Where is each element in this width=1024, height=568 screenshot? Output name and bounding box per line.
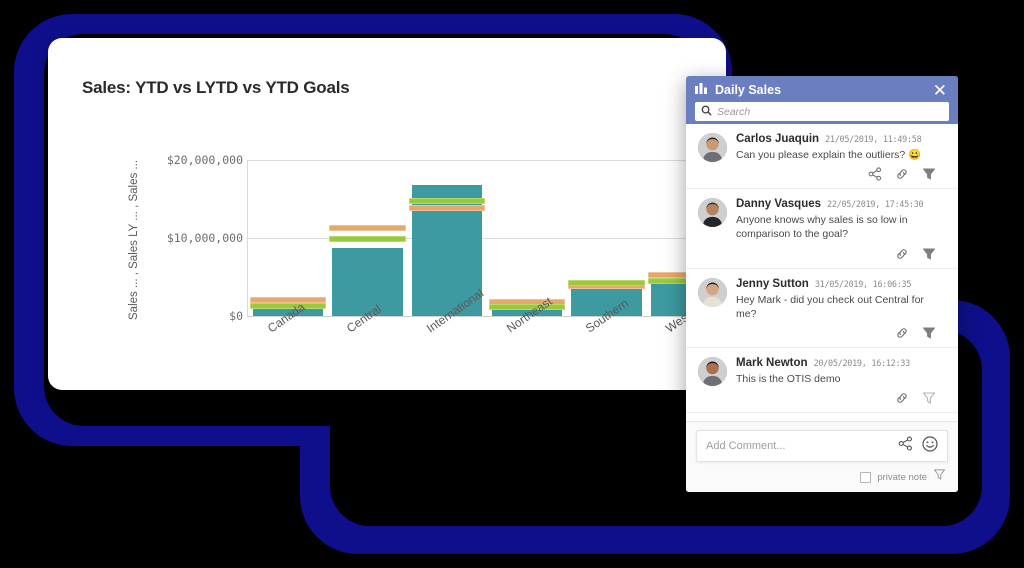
link-icon[interactable] — [895, 391, 909, 405]
avatar[interactable] — [698, 198, 727, 228]
filter-icon[interactable] — [922, 247, 936, 261]
comment-author: Jenny Sutton — [736, 277, 809, 290]
panel-footer: private note — [686, 421, 958, 492]
filter-outline-icon[interactable] — [933, 468, 946, 486]
comment-author: Carlos Juaquin — [736, 133, 820, 145]
comment-list[interactable]: Carlos Juaquin 21/05/2019, 11:49:58 Can yo… — [686, 124, 958, 421]
panel-titlebar: Daily Sales — [695, 76, 949, 99]
refline-sales-ytd-goal[interactable] — [249, 296, 327, 303]
chart-card: Sales: YTD vs LYTD vs YTD Goals Sales ..… — [48, 38, 726, 390]
comment-text: Can you please explain the outliers? 😀 — [736, 149, 922, 161]
comment-actions — [698, 242, 946, 264]
search-bar[interactable] — [695, 102, 949, 121]
refline-sales-ytd-goal[interactable] — [329, 224, 406, 231]
comment-text: Anyone knows why sales is so low in comp… — [736, 214, 908, 241]
comment-timestamp: 20/05/2019, 16:12:33 — [813, 358, 911, 369]
avatar[interactable] — [698, 133, 727, 162]
avatar[interactable] — [698, 356, 727, 386]
share-icon[interactable] — [868, 167, 882, 181]
y-axis-ticks: $0 $10,000,000 $20,000,000 — [158, 38, 243, 390]
footer-row: private note — [696, 462, 948, 488]
refline-sales-ytd-goal[interactable] — [408, 205, 486, 212]
filter-icon[interactable] — [922, 167, 936, 181]
private-note-label: private note — [877, 471, 927, 483]
comment-text: This is the OTIS demo — [736, 372, 841, 385]
close-icon[interactable]: ✕ — [933, 82, 947, 99]
y-axis-title: Sales ... , Sales LY ... , Sales ... — [128, 159, 140, 320]
add-comment-box[interactable] — [696, 430, 948, 462]
comment-item[interactable]: Jenny Sutton 31/05/2019, 16:06:35 Hey Mark… — [686, 269, 958, 348]
filter-icon[interactable] — [922, 326, 936, 340]
avatar[interactable] — [698, 277, 727, 307]
comment-item[interactable]: Mark Newton 20/05/2019, 16:12:33 This is t… — [686, 348, 958, 414]
comment-text: Hey Mark - did you check out Central for… — [736, 293, 924, 320]
comment-author: Mark Newton — [736, 356, 808, 369]
refline-sales-lytd[interactable] — [568, 280, 645, 287]
bar-sales-ytd[interactable] — [332, 248, 403, 316]
link-icon[interactable] — [895, 247, 909, 261]
private-note-checkbox[interactable] — [860, 471, 872, 483]
comment-item[interactable]: Carlos Juaquin 21/05/2019, 11:49:58 Can yo… — [686, 124, 958, 190]
y-tick-label: $10,000,000 — [166, 231, 243, 245]
emoji-icon[interactable] — [922, 435, 938, 457]
panel-title: Daily Sales — [715, 82, 782, 97]
search-input[interactable] — [717, 105, 943, 118]
bar-group[interactable] — [248, 160, 328, 316]
comment-author: Danny Vasques — [736, 198, 822, 211]
comment-timestamp: 22/05/2019, 17:45:30 — [827, 200, 924, 211]
link-icon[interactable] — [895, 167, 909, 181]
comment-actions — [698, 386, 946, 408]
comment-actions — [698, 321, 946, 343]
add-comment-input[interactable] — [706, 440, 889, 452]
y-tick-label: $20,000,000 — [166, 153, 243, 167]
comment-panel: Daily Sales ✕ Carlos Juaquin 21/05/2019, … — [686, 76, 958, 492]
bar-group[interactable] — [487, 160, 567, 316]
bar-chart-icon — [695, 81, 708, 99]
plot-area — [247, 160, 726, 317]
comment-item[interactable]: Danny Vasques 22/05/2019, 17:45:30 Anyone … — [686, 189, 958, 269]
bar-group[interactable] — [328, 160, 408, 316]
filter-outline-icon[interactable] — [922, 391, 936, 405]
search-icon — [701, 103, 712, 121]
comment-timestamp: 31/05/2019, 16:06:35 — [814, 279, 912, 290]
screenshot-root: Sales: YTD vs LYTD vs YTD Goals Sales ..… — [0, 0, 1024, 568]
comment-actions — [698, 162, 946, 184]
share-icon[interactable] — [898, 436, 913, 456]
link-icon[interactable] — [895, 326, 909, 340]
refline-sales-lytd[interactable] — [408, 198, 486, 205]
y-tick-label: $0 — [229, 309, 243, 323]
bar-group[interactable] — [567, 160, 647, 316]
refline-sales-lytd[interactable] — [329, 235, 406, 242]
comment-timestamp: 21/05/2019, 11:49:58 — [825, 135, 922, 145]
panel-header: Daily Sales ✕ — [686, 76, 958, 124]
